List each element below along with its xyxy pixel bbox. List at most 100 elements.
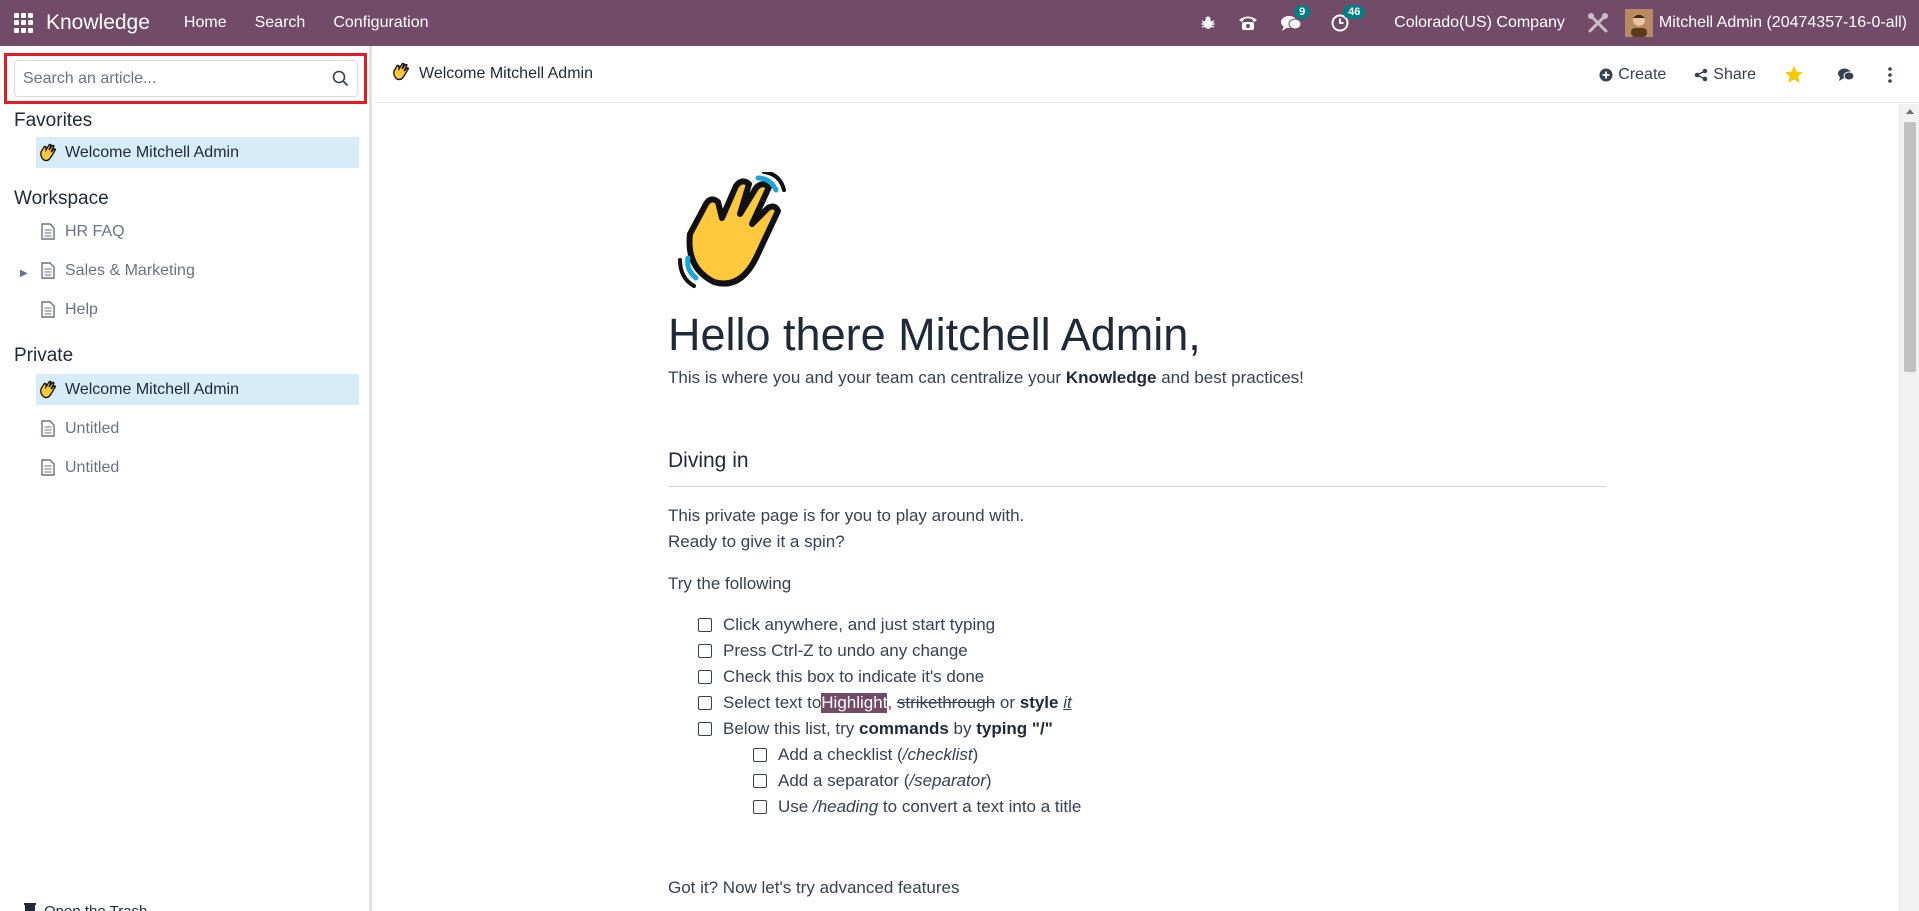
create-button[interactable]: Create	[1599, 66, 1666, 84]
checklist-item[interactable]: Click anywhere, and just start typing	[698, 615, 995, 635]
private-item-untitled[interactable]: Untitled	[36, 452, 359, 483]
workspace-item-sales-marketing[interactable]: Sales & Marketing	[36, 255, 359, 286]
paragraph-3[interactable]: Try the following	[668, 574, 791, 594]
menu-home[interactable]: Home	[184, 14, 227, 32]
activities-badge: 46	[1343, 5, 1366, 19]
activities-clock-icon[interactable]: 46	[1331, 5, 1366, 32]
workspace-item-help[interactable]: Help	[36, 294, 359, 325]
checklist-item-text: Press Ctrl-Z to undo any change	[723, 641, 968, 660]
private-item-label: Welcome Mitchell Admin	[65, 380, 239, 398]
user-avatar[interactable]	[1624, 9, 1653, 37]
kebab-menu-icon	[1888, 66, 1892, 83]
comments-button[interactable]	[1837, 67, 1860, 83]
menu-configuration[interactable]: Configuration	[333, 14, 428, 32]
paragraph-2[interactable]: Ready to give it a spin?	[668, 532, 845, 552]
expand-caret-icon[interactable]: ▶	[20, 268, 28, 279]
private-item-untitled[interactable]: Untitled	[36, 413, 359, 444]
more-options-button[interactable]	[1888, 66, 1897, 83]
checklist-subitem[interactable]: Add a checklist (/checklist)	[753, 745, 978, 765]
bold-style-text: style	[1019, 693, 1059, 712]
paragraph-4[interactable]: Got it? Now let's try advanced features	[668, 878, 959, 898]
checklist-item[interactable]: Check this box to indicate it's done	[698, 667, 984, 687]
checkbox[interactable]	[698, 670, 712, 684]
company-switcher[interactable]: Colorado(US) Company	[1394, 14, 1565, 32]
waving-hand-icon	[38, 143, 58, 163]
checklist-item-text: Click anywhere, and just start typing	[723, 615, 996, 634]
article-intro[interactable]: This is where you and your team can cent…	[668, 368, 1304, 388]
favorites-section-title[interactable]: Favorites	[14, 110, 92, 132]
open-trash-link[interactable]: Open the Trash	[24, 902, 147, 911]
search-icon[interactable]	[332, 70, 349, 92]
checklist-text: by	[948, 719, 977, 738]
waving-hand-icon	[391, 62, 411, 87]
checkbox[interactable]	[698, 644, 712, 658]
checklist-text: Use	[778, 797, 813, 816]
document-icon	[38, 459, 58, 476]
checklist-text: to convert a text into a title	[878, 797, 1082, 816]
private-item-label: Untitled	[65, 458, 120, 476]
private-section-title[interactable]: Private	[14, 345, 73, 367]
navbar-systray: 9 46 Colorado(US) Company Mitchell Admin…	[1189, 0, 1919, 46]
checklist-subitem[interactable]: Add a separator (/separator)	[753, 771, 992, 791]
checklist-item[interactable]: Select text to Highlight, strikethrough …	[698, 693, 1072, 713]
workspace-section-title[interactable]: Workspace	[14, 188, 109, 210]
bold-commands-text: commands	[859, 719, 949, 738]
waving-hand-icon[interactable]	[678, 170, 788, 297]
checklist-text: Below this list, try	[723, 719, 860, 738]
scrollbar-thumb[interactable]	[1904, 122, 1916, 372]
content-scrollbar[interactable]	[1899, 104, 1919, 911]
messages-icon[interactable]: 9	[1280, 5, 1311, 32]
private-welcome-article[interactable]: Welcome Mitchell Admin	[36, 374, 359, 405]
checkbox[interactable]	[753, 748, 767, 762]
create-label: Create	[1618, 65, 1667, 83]
menu-search[interactable]: Search	[255, 14, 306, 32]
checklist-text: )	[972, 745, 979, 764]
checklist-subitem[interactable]: Use /heading to convert a text into a ti…	[753, 797, 1081, 817]
scroll-up-arrow-icon[interactable]	[1906, 109, 1914, 114]
apps-menu-icon[interactable]	[14, 13, 34, 33]
checklist-text: ,	[887, 693, 897, 712]
workspace-item-hr-faq[interactable]: HR FAQ	[36, 216, 359, 247]
article-search-box[interactable]	[14, 60, 358, 97]
top-navbar: Knowledge Home Search Configuration 9 46…	[0, 0, 1919, 46]
checklist-item[interactable]: Press Ctrl-Z to undo any change	[698, 641, 968, 661]
tools-icon[interactable]	[1587, 12, 1609, 34]
knowledge-sidebar: Favorites Welcome Mitchell Admin Workspa…	[0, 46, 372, 911]
document-icon	[38, 420, 58, 437]
checkbox[interactable]	[698, 618, 712, 632]
article-header: Welcome Mitchell Admin Create Share	[375, 46, 1919, 103]
section-heading[interactable]: Diving in	[668, 449, 749, 473]
bug-icon[interactable]	[1200, 15, 1216, 31]
share-label: Share	[1713, 65, 1756, 83]
workspace-item-label: Help	[65, 300, 98, 318]
checkbox[interactable]	[698, 722, 712, 736]
favorite-item-label: Welcome Mitchell Admin	[65, 143, 239, 161]
breadcrumb-title[interactable]: Welcome Mitchell Admin	[419, 65, 593, 83]
app-brand[interactable]: Knowledge	[46, 11, 150, 35]
phone-icon[interactable]	[1238, 14, 1258, 32]
command-text: /separator	[909, 771, 986, 790]
article-title[interactable]: Hello there Mitchell Admin,	[668, 309, 1201, 361]
checkbox[interactable]	[698, 696, 712, 710]
share-button[interactable]: Share	[1694, 66, 1756, 84]
favorite-welcome-article[interactable]: Welcome Mitchell Admin	[36, 137, 359, 168]
messages-badge: 9	[1294, 5, 1311, 19]
section-divider	[668, 486, 1606, 487]
plus-circle-icon	[1599, 68, 1613, 81]
workspace-item-label: Sales & Marketing	[65, 261, 195, 279]
breadcrumb: Welcome Mitchell Admin	[391, 62, 593, 87]
checkbox[interactable]	[753, 800, 767, 814]
checklist-item[interactable]: Below this list, try commands by typing …	[698, 719, 1053, 739]
command-text: /checklist	[902, 745, 973, 764]
waving-hand-icon	[38, 380, 58, 400]
checkbox[interactable]	[753, 774, 767, 788]
trash-label: Open the Trash	[44, 902, 148, 911]
checklist-text: or	[995, 693, 1020, 712]
favorite-star-button[interactable]	[1784, 65, 1809, 84]
user-menu[interactable]: Mitchell Admin (20474357-16-0-all)	[1659, 14, 1907, 32]
comments-icon	[1838, 68, 1855, 81]
paragraph-1[interactable]: This private page is for you to play aro…	[668, 506, 1024, 526]
article-search-input[interactable]	[15, 69, 315, 88]
checklist-item-text: Check this box to indicate it's done	[723, 667, 985, 686]
document-icon	[38, 223, 58, 240]
